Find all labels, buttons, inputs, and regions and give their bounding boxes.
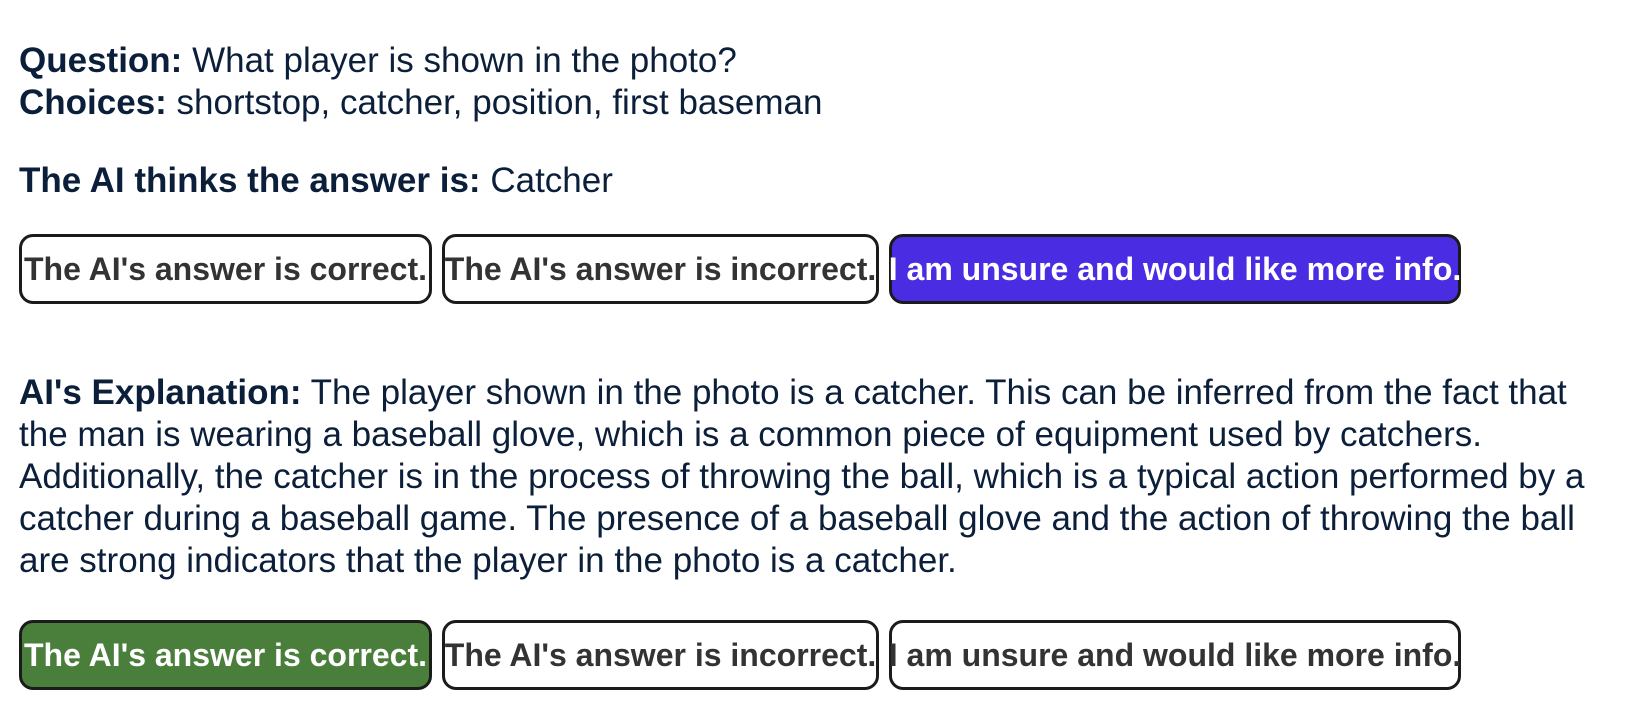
ai-answer-text: Catcher [490, 161, 613, 200]
choices-label: Choices: [19, 83, 167, 122]
explanation-unsure-button[interactable]: I am unsure and would like more info. [889, 620, 1461, 690]
explanation-label: AI's Explanation: [19, 373, 302, 412]
choices-line: Choices: shortstop, catcher, position, f… [19, 82, 1619, 124]
question-text: What player is shown in the photo? [192, 41, 737, 80]
ai-explanation: AI's Explanation: The player shown in th… [19, 372, 1619, 582]
answer-feedback-buttons: The AI's answer is correct. The AI's ans… [19, 234, 1619, 304]
answer-incorrect-button[interactable]: The AI's answer is incorrect. [442, 234, 879, 304]
explanation-feedback-buttons: The AI's answer is correct. The AI's ans… [19, 620, 1619, 690]
answer-unsure-button[interactable]: I am unsure and would like more info. [889, 234, 1461, 304]
choices-text: shortstop, catcher, position, first base… [176, 83, 823, 122]
answer-correct-button[interactable]: The AI's answer is correct. [19, 234, 432, 304]
explanation-correct-button[interactable]: The AI's answer is correct. [19, 620, 432, 690]
question-line: Question: What player is shown in the ph… [19, 40, 1619, 82]
ai-answer-line: The AI thinks the answer is: Catcher [19, 160, 1619, 202]
explanation-incorrect-button[interactable]: The AI's answer is incorrect. [442, 620, 879, 690]
ai-answer-label: The AI thinks the answer is: [19, 161, 481, 200]
survey-page: Question: What player is shown in the ph… [19, 40, 1619, 690]
question-label: Question: [19, 41, 183, 80]
